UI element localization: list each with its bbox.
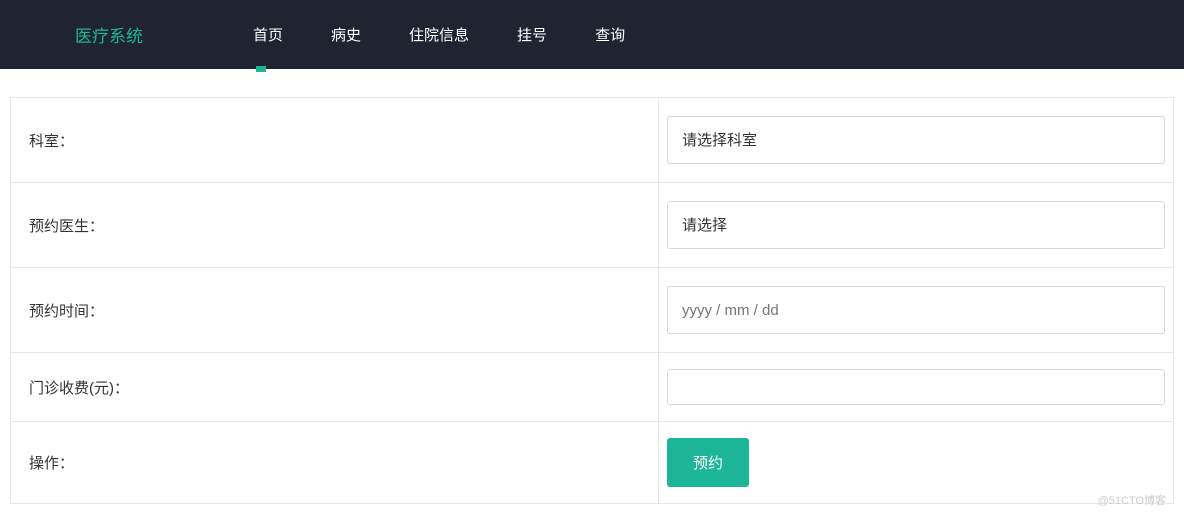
cell-fee (659, 353, 1173, 421)
cell-doctor: 请选择 (659, 183, 1173, 267)
label-doctor: 预约医生： (11, 183, 659, 267)
row-action: 操作： 预约 (10, 421, 1174, 504)
nav-items: 首页 病史 住院信息 挂号 查询 (253, 24, 625, 45)
input-fee[interactable] (667, 369, 1165, 405)
label-department: 科室： (11, 98, 659, 182)
cell-time (659, 268, 1173, 352)
nav-query[interactable]: 查询 (595, 24, 625, 45)
row-fee: 门诊收费(元)： (10, 352, 1174, 421)
nav-hospitalization[interactable]: 住院信息 (409, 24, 469, 45)
label-fee: 门诊收费(元)： (11, 353, 659, 421)
row-department: 科室： 请选择科室 (10, 97, 1174, 182)
label-action: 操作： (11, 422, 659, 503)
row-doctor: 预约医生： 请选择 (10, 182, 1174, 267)
row-time: 预约时间： (10, 267, 1174, 352)
nav-history[interactable]: 病史 (331, 24, 361, 45)
nav-registration[interactable]: 挂号 (517, 24, 547, 45)
active-tab-indicator (256, 66, 266, 72)
appointment-form: 科室： 请选择科室 预约医生： 请选择 预约时间： 门诊收费(元)： 操作： 预… (10, 97, 1174, 504)
nav-home[interactable]: 首页 (253, 24, 283, 45)
brand-logo[interactable]: 医疗系统 (75, 22, 143, 47)
watermark: @51CTO博客 (1098, 492, 1166, 508)
submit-button[interactable]: 预约 (667, 438, 749, 487)
navbar: 医疗系统 首页 病史 住院信息 挂号 查询 (0, 0, 1184, 69)
select-department[interactable]: 请选择科室 (667, 116, 1165, 164)
select-doctor[interactable]: 请选择 (667, 201, 1165, 249)
cell-department: 请选择科室 (659, 98, 1173, 182)
label-time: 预约时间： (11, 268, 659, 352)
cell-action: 预约 (659, 422, 1173, 503)
input-time[interactable] (667, 286, 1165, 334)
